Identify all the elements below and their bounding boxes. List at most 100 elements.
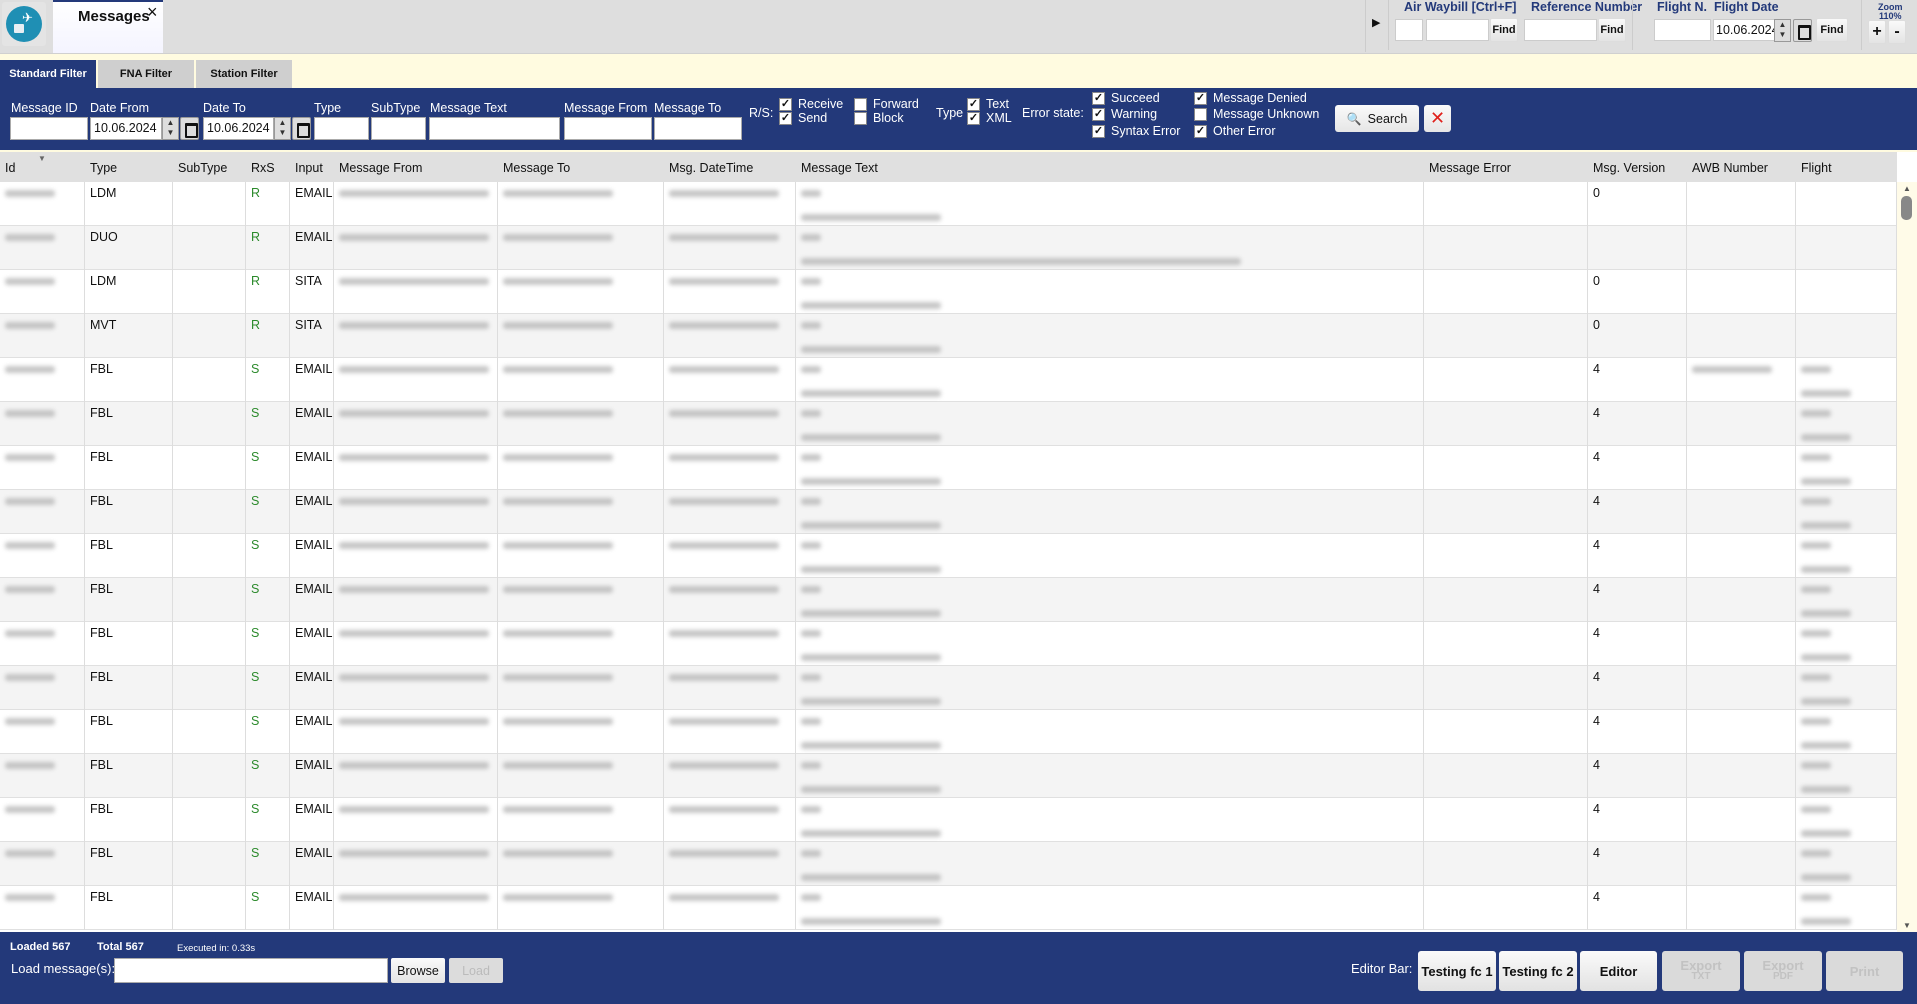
cell-flight — [1796, 578, 1897, 622]
table-row[interactable]: FBL S EMAIL 4 — [0, 754, 1897, 798]
cell-msg-version: 4 — [1588, 534, 1687, 578]
cell-type: FBL — [85, 798, 173, 842]
subtype-input[interactable] — [371, 117, 426, 140]
tab-standard-filter[interactable]: Standard Filter — [0, 60, 96, 88]
scroll-down-icon[interactable]: ▼ — [1903, 921, 1911, 930]
filter-bar: Message ID Date From 10.06.2024 ▲ ▼ Date … — [0, 88, 1917, 150]
table-row[interactable]: FBL S EMAIL 4 — [0, 490, 1897, 534]
column-header-id[interactable]: Id ▼ — [0, 152, 85, 182]
table-row[interactable]: FBL S EMAIL 4 — [0, 842, 1897, 886]
redacted-text — [669, 498, 779, 505]
calendar-icon[interactable] — [292, 117, 311, 140]
column-header-flight[interactable]: Flight — [1796, 152, 1897, 182]
table-row[interactable]: FBL S EMAIL 4 — [0, 666, 1897, 710]
total-count: Total 567 — [97, 941, 144, 953]
send-checkbox[interactable]: ✓ Send — [779, 111, 827, 125]
redacted-text — [1801, 410, 1831, 417]
redacted-text — [801, 234, 821, 241]
cell-msg-datetime — [664, 490, 796, 534]
column-header-awb-number[interactable]: AWB Number — [1687, 152, 1796, 182]
cell-flight — [1796, 270, 1897, 314]
tab-messages[interactable]: Messages × — [53, 0, 163, 53]
message-text-input[interactable] — [429, 117, 560, 140]
expand-icon[interactable]: ▶ — [1372, 16, 1380, 29]
column-header-subtype[interactable]: SubType — [173, 152, 246, 182]
load-messages-input[interactable] — [114, 958, 388, 983]
scroll-up-icon[interactable]: ▲ — [1903, 184, 1911, 193]
cell-message-to — [498, 490, 664, 534]
table-row[interactable]: FBL S EMAIL 4 — [0, 534, 1897, 578]
warning-checkbox[interactable]: ✓ Warning — [1092, 107, 1157, 121]
column-header-msg-datetime[interactable]: Msg. DateTime — [664, 152, 796, 182]
message-from-input[interactable] — [564, 117, 652, 140]
search-button[interactable]: 🔍 Search — [1335, 105, 1419, 132]
flight-date-spinner[interactable]: ▲ ▼ — [1774, 19, 1791, 42]
table-row[interactable]: FBL S EMAIL 4 — [0, 446, 1897, 490]
table-row[interactable]: FBL S EMAIL 4 — [0, 578, 1897, 622]
zoom-in-button[interactable]: + — [1868, 20, 1886, 44]
table-row[interactable]: MVT R SITA 0 — [0, 314, 1897, 358]
flight-find-button[interactable]: Find — [1816, 18, 1848, 42]
table-row[interactable]: FBL S EMAIL 4 — [0, 798, 1897, 842]
editor-button-testing-fc-2[interactable]: Testing fc 2 — [1499, 951, 1577, 991]
syntax-error-checkbox[interactable]: ✓ Syntax Error — [1092, 124, 1180, 138]
scroll-thumb[interactable] — [1901, 196, 1912, 220]
column-header-rxs[interactable]: RxS — [246, 152, 290, 182]
xml-checkbox[interactable]: ✓ XML — [967, 111, 1012, 125]
message-id-input[interactable] — [10, 117, 88, 140]
message-denied-checkbox[interactable]: ✓ Message Denied — [1194, 91, 1307, 105]
flight-number-input[interactable] — [1654, 19, 1711, 41]
calendar-icon[interactable] — [1793, 19, 1812, 42]
date-from-input[interactable]: 10.06.2024 — [90, 117, 162, 140]
table-row[interactable]: FBL S EMAIL 4 — [0, 402, 1897, 446]
cell-message-to — [498, 446, 664, 490]
editor-button-testing-fc-1[interactable]: Testing fc 1 — [1418, 951, 1496, 991]
column-header-message-to[interactable]: Message To — [498, 152, 664, 182]
awb-find-button[interactable]: Find — [1490, 18, 1518, 42]
flight-date-input[interactable]: 10.06.2024 — [1713, 19, 1779, 41]
column-header-message-text[interactable]: Message Text — [796, 152, 1424, 182]
succeed-checkbox[interactable]: ✓ Succeed — [1092, 91, 1160, 105]
receive-checkbox[interactable]: ✓ Receive — [779, 97, 843, 111]
table-row[interactable]: FBL S EMAIL 4 — [0, 710, 1897, 754]
table-row[interactable]: FBL S EMAIL 4 — [0, 358, 1897, 402]
block-checkbox[interactable]: Block — [854, 111, 904, 125]
calendar-icon[interactable] — [180, 117, 199, 140]
column-header-message-from[interactable]: Message From — [334, 152, 498, 182]
clear-filter-button[interactable]: ✕ — [1424, 105, 1451, 132]
awb-number-input[interactable] — [1426, 19, 1489, 41]
close-icon[interactable]: × — [147, 2, 158, 23]
awb-prefix-input[interactable] — [1395, 19, 1423, 41]
column-header-input[interactable]: Input — [290, 152, 334, 182]
type-input[interactable] — [314, 117, 369, 140]
date-to-input[interactable]: 10.06.2024 — [203, 117, 274, 140]
browse-button[interactable]: Browse — [391, 958, 445, 983]
table-row[interactable]: LDM R SITA 0 — [0, 270, 1897, 314]
text-checkbox[interactable]: ✓ Text — [967, 97, 1009, 111]
zoom-out-button[interactable]: - — [1888, 20, 1906, 44]
redacted-text — [5, 850, 55, 857]
tab-fna-filter[interactable]: FNA Filter — [98, 60, 194, 88]
message-to-input[interactable] — [654, 117, 742, 140]
forward-checkbox[interactable]: Forward — [854, 97, 919, 111]
cell-subtype — [173, 886, 246, 930]
vertical-scrollbar[interactable]: ▲ ▼ — [1897, 182, 1917, 932]
message-unknown-checkbox[interactable]: Message Unknown — [1194, 107, 1319, 121]
table-row[interactable]: LDM R EMAIL 0 — [0, 182, 1897, 226]
tab-station-filter[interactable]: Station Filter — [196, 60, 292, 88]
redacted-text — [801, 762, 821, 769]
column-header-message-error[interactable]: Message Error — [1424, 152, 1588, 182]
table-row[interactable]: DUO R EMAIL — [0, 226, 1897, 270]
editor-button-editor[interactable]: Editor — [1580, 951, 1657, 991]
app-logo[interactable] — [2, 2, 46, 46]
table-row[interactable]: FBL S EMAIL 4 — [0, 622, 1897, 666]
other-error-checkbox[interactable]: ✓ Other Error — [1194, 124, 1276, 138]
date-to-spinner[interactable]: ▲ ▼ — [274, 117, 291, 140]
column-header-msg-version[interactable]: Msg. Version — [1588, 152, 1687, 182]
cell-type: FBL — [85, 578, 173, 622]
table-row[interactable]: FBL S EMAIL 4 — [0, 886, 1897, 930]
reference-number-input[interactable] — [1524, 19, 1597, 41]
date-from-spinner[interactable]: ▲ ▼ — [162, 117, 179, 140]
column-header-type[interactable]: Type — [85, 152, 173, 182]
reference-find-button[interactable]: Find — [1598, 18, 1626, 42]
